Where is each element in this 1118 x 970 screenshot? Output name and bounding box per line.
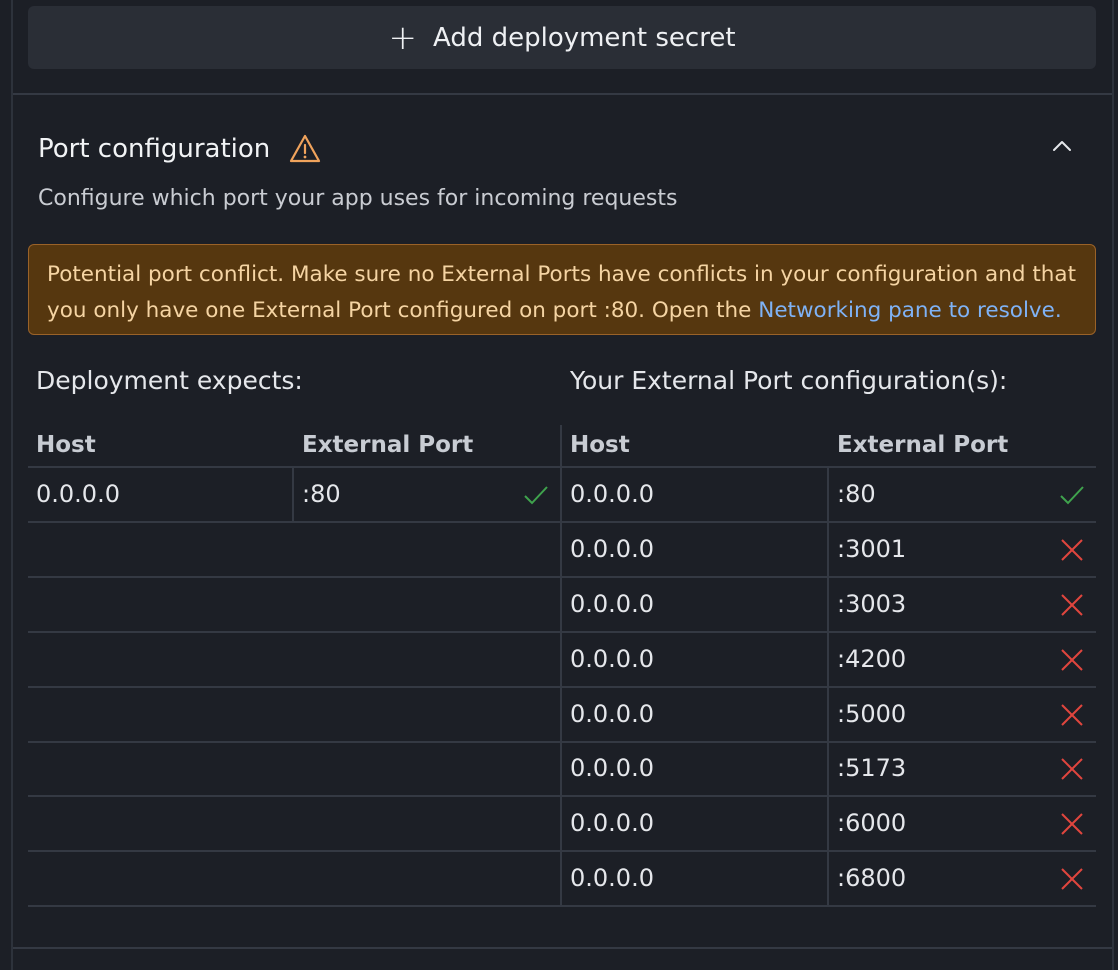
check-icon: [524, 486, 548, 505]
plus-icon: +: [388, 17, 417, 58]
warning-icon: [290, 134, 321, 163]
table-row-divider: [28, 795, 1096, 797]
x-icon: [1061, 539, 1083, 561]
external-host-cell: 0.0.0.0: [570, 535, 654, 563]
external-port-cell: :6800: [837, 864, 907, 892]
x-icon: [1061, 813, 1083, 835]
x-icon: [1061, 704, 1083, 726]
table-row-divider: [28, 576, 1096, 578]
section-header: Port configuration: [38, 132, 322, 166]
external-host-cell: 0.0.0.0: [570, 809, 654, 837]
external-host-cell: 0.0.0.0: [570, 590, 654, 618]
x-icon: [1061, 758, 1083, 780]
table-row-divider: [28, 521, 1096, 523]
external-host-cell: 0.0.0.0: [570, 754, 654, 782]
external-host-cell: 0.0.0.0: [570, 645, 654, 673]
add-deployment-secret-label: Add deployment secret: [432, 22, 736, 53]
port-conflict-warning: Potential port conflict. Make sure no Ex…: [28, 244, 1096, 335]
add-deployment-secret-button[interactable]: + Add deployment secret: [28, 6, 1096, 69]
section-divider-bottom: [13, 947, 1112, 949]
external-config-heading: Your External Port configuration(s):: [570, 366, 1008, 395]
check-icon: [1060, 486, 1084, 505]
x-icon: [1061, 594, 1083, 616]
external-port-header: External Port: [837, 432, 1009, 458]
table-row-divider: [28, 686, 1096, 688]
table-row-divider: [28, 631, 1096, 633]
x-icon: [1061, 868, 1083, 890]
section-title: Port configuration: [38, 134, 271, 164]
external-host-cell: 0.0.0.0: [570, 700, 654, 728]
column-divider: [560, 425, 562, 907]
column-divider: [292, 467, 294, 522]
table-row-divider: [28, 741, 1096, 743]
external-port-cell: :3003: [837, 590, 907, 618]
deployment-host-header: Host: [36, 432, 96, 458]
external-port-cell: :5000: [837, 700, 907, 728]
x-icon: [1061, 649, 1083, 671]
external-port-cell: :80: [837, 480, 876, 508]
external-port-cell: :3001: [837, 535, 907, 563]
table-row-divider: [28, 850, 1096, 852]
external-port-cell: :6000: [837, 809, 907, 837]
deployment-port-cell: :80: [302, 480, 341, 508]
deployment-host-cell: 0.0.0.0: [36, 480, 120, 508]
section-divider: [13, 93, 1112, 95]
table-row-divider: [28, 905, 1096, 907]
collapse-chevron-up-icon[interactable]: [1044, 128, 1080, 164]
deployment-port-header: External Port: [302, 432, 474, 458]
external-host-cell: 0.0.0.0: [570, 480, 654, 508]
external-host-cell: 0.0.0.0: [570, 864, 654, 892]
external-port-cell: :4200: [837, 645, 907, 673]
deployment-expects-heading: Deployment expects:: [36, 366, 303, 395]
table-row-divider: [28, 466, 1096, 468]
section-subtitle: Configure which port your app uses for i…: [38, 186, 678, 211]
external-host-header: Host: [570, 432, 630, 458]
external-port-cell: :5173: [837, 754, 907, 782]
column-divider: [827, 467, 829, 907]
networking-pane-link[interactable]: Networking pane to resolve.: [758, 298, 1062, 323]
